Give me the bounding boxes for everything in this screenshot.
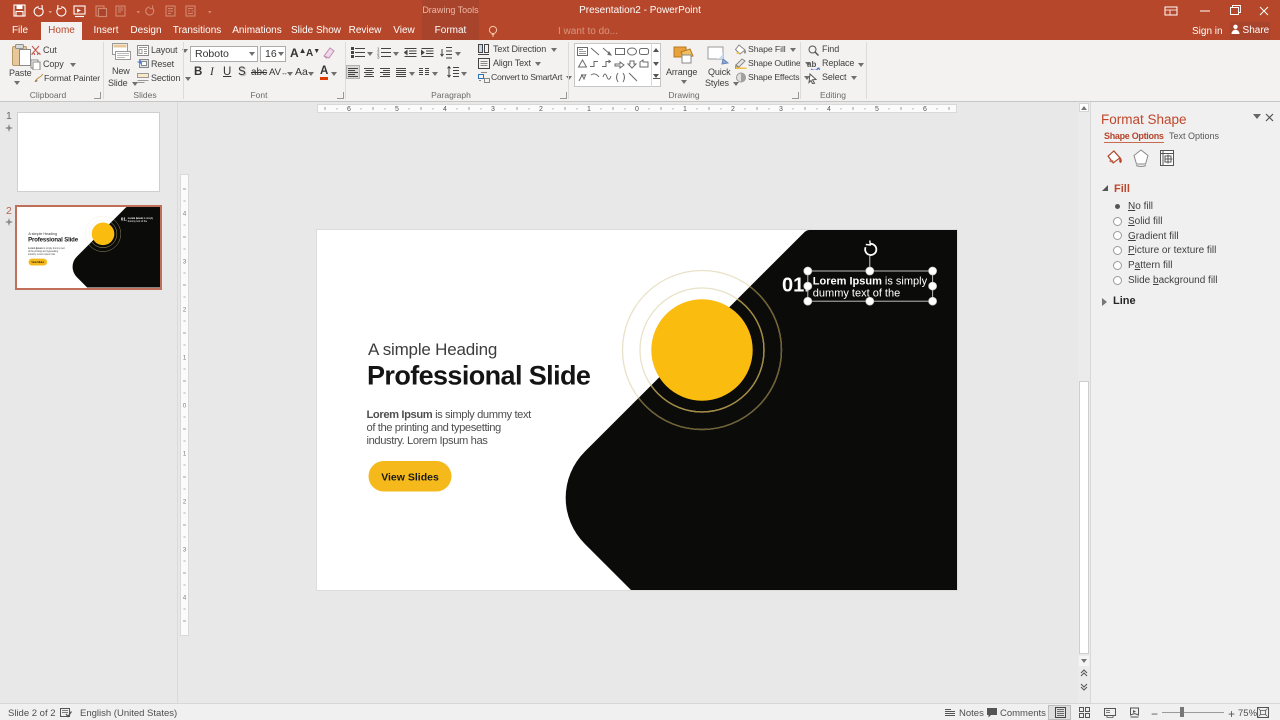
- svg-text:5: 5: [875, 106, 879, 113]
- svg-text:2: 2: [539, 106, 543, 113]
- svg-text:3: 3: [183, 260, 187, 266]
- svg-text:2: 2: [183, 500, 187, 506]
- svg-text:4: 4: [183, 596, 187, 602]
- svg-text:0: 0: [635, 106, 639, 113]
- svg-text:2: 2: [183, 308, 187, 314]
- svg-text:1: 1: [683, 106, 687, 113]
- svg-text:4: 4: [443, 106, 447, 113]
- svg-text:ab: ab: [807, 60, 816, 69]
- svg-text:3: 3: [779, 106, 783, 113]
- svg-text:1: 1: [183, 356, 187, 362]
- svg-text:4: 4: [183, 212, 187, 218]
- svg-text:3: 3: [183, 548, 187, 554]
- svg-text:1: 1: [587, 106, 591, 113]
- svg-text:0: 0: [183, 404, 187, 410]
- svg-text:1: 1: [183, 452, 187, 458]
- svg-text:5: 5: [395, 106, 399, 113]
- svg-text:3: 3: [491, 106, 495, 113]
- svg-text:6: 6: [923, 106, 927, 113]
- svg-text:6: 6: [347, 106, 351, 113]
- svg-text:2: 2: [731, 106, 735, 113]
- svg-text:4: 4: [827, 106, 831, 113]
- svg-text:3: 3: [377, 55, 380, 60]
